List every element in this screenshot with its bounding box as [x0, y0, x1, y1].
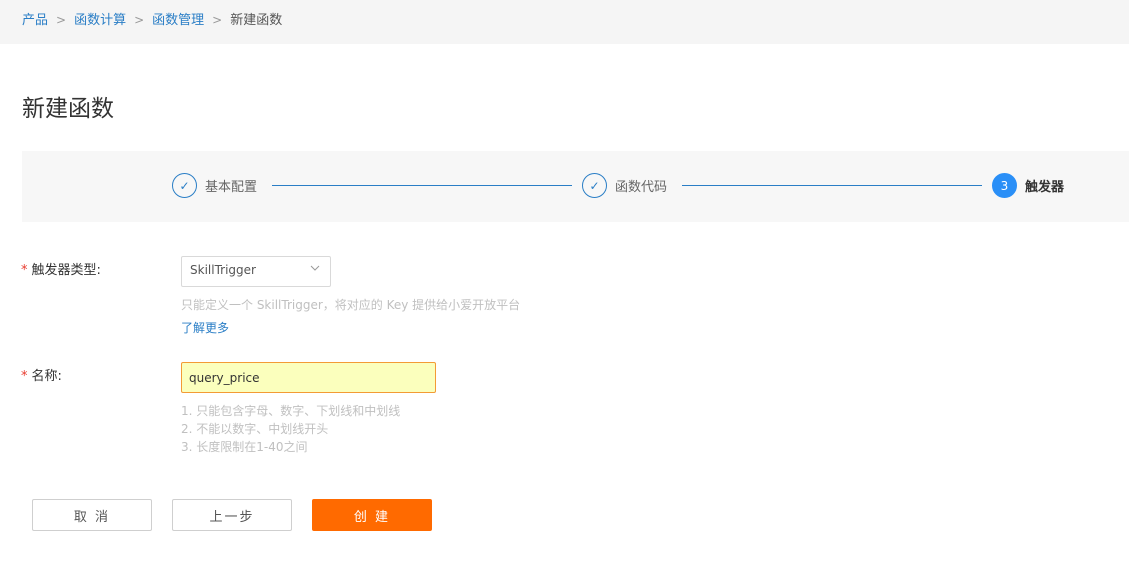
step-check-icon: ✓ [172, 173, 197, 198]
name-rule: 3. 长度限制在1-40之间 [181, 440, 308, 454]
name-label: * 名称: [21, 368, 62, 386]
name-rule: 2. 不能以数字、中划线开头 [181, 422, 329, 436]
page-title: 新建函数 [22, 96, 114, 122]
cancel-button[interactable]: 取 消 [32, 499, 152, 531]
create-button[interactable]: 创 建 [312, 499, 432, 531]
step-basic-config: ✓ 基本配置 [172, 173, 264, 198]
breadcrumb-separator: > [56, 13, 67, 27]
breadcrumb-separator: > [134, 13, 145, 27]
chevron-down-icon [310, 265, 320, 271]
name-input[interactable] [181, 362, 436, 393]
breadcrumb-current: 新建函数 [230, 13, 283, 28]
breadcrumb-separator: > [212, 13, 223, 27]
required-mark: * [21, 369, 28, 384]
step-label: 触发器 [1025, 180, 1065, 195]
step-connector-1 [272, 185, 572, 186]
breadcrumb-item-function-compute[interactable]: 函数计算 [74, 13, 126, 28]
trigger-type-label-text: 触发器类型: [31, 263, 101, 278]
learn-more-link[interactable]: 了解更多 [181, 319, 229, 336]
trigger-type-label: * 触发器类型: [21, 262, 101, 280]
required-mark: * [21, 263, 28, 278]
name-label-text: 名称: [31, 369, 62, 384]
breadcrumb-item-function-management[interactable]: 函数管理 [152, 13, 204, 28]
trigger-type-value: SkillTrigger [190, 263, 256, 277]
name-rule: 1. 只能包含字母、数字、下划线和中划线 [181, 404, 401, 418]
trigger-type-help: 只能定义一个 SkillTrigger，将对应的 Key 提供给小爱开放平台 [181, 298, 521, 312]
step-function-code: ✓ 函数代码 [582, 173, 674, 198]
trigger-type-select[interactable]: SkillTrigger [181, 256, 331, 287]
step-label: 基本配置 [205, 180, 258, 195]
breadcrumb: 产品 > 函数计算 > 函数管理 > 新建函数 [22, 11, 282, 30]
step-connector-2 [682, 185, 982, 186]
step-trigger: 3 触发器 [992, 173, 1071, 198]
step-label: 函数代码 [615, 180, 668, 195]
step-check-icon: ✓ [582, 173, 607, 198]
step-number: 3 [992, 173, 1017, 198]
breadcrumb-bar: 产品 > 函数计算 > 函数管理 > 新建函数 [0, 0, 1129, 44]
previous-step-button[interactable]: 上一步 [172, 499, 292, 531]
breadcrumb-item-products[interactable]: 产品 [22, 13, 48, 28]
